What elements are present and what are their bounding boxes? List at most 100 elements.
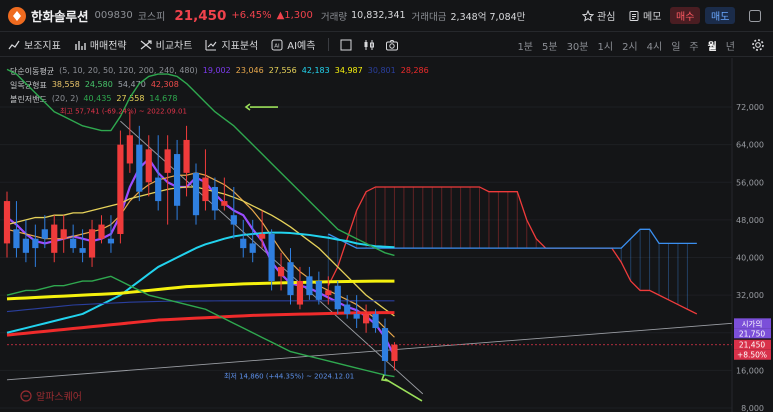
candle-body[interactable] (363, 313, 370, 324)
indicators-button[interactable]: 보조지표 (8, 37, 61, 52)
candle-body[interactable] (381, 328, 389, 361)
compare-icon (140, 39, 152, 49)
candle-body[interactable] (98, 224, 105, 239)
candle-body[interactable] (88, 229, 96, 258)
candle-body[interactable] (230, 215, 237, 225)
candle-body[interactable] (211, 186, 218, 211)
candle-body[interactable] (334, 285, 341, 310)
candle-body[interactable] (183, 139, 190, 173)
candle-body[interactable] (372, 313, 379, 329)
volume-value: 10,832,341 (351, 10, 406, 21)
amount-value: 2,348억 7,084만 (450, 11, 526, 23)
period-3[interactable]: 30분 (567, 38, 589, 53)
period-2[interactable]: 5분 (542, 38, 558, 53)
toolbar-divider (328, 38, 330, 51)
period-4[interactable]: 1시 (598, 38, 614, 53)
candle-body[interactable] (353, 313, 360, 319)
period-8[interactable]: 주 (689, 38, 698, 53)
watch-button[interactable]: 관심 (582, 7, 615, 24)
sell-button[interactable]: 매도 (705, 7, 736, 24)
market-name: 코스피 (137, 12, 166, 23)
memo-label: 메모 (643, 12, 662, 23)
volume-label: 거래량 (320, 11, 348, 23)
candle-body[interactable] (107, 238, 115, 244)
analysis-button[interactable]: 지표분석 (205, 37, 258, 52)
period-5[interactable]: 2시 (622, 38, 638, 53)
buy-button[interactable]: 매수 (670, 7, 701, 24)
candle-body[interactable] (164, 149, 171, 173)
y-tick-label: 48,000 (736, 216, 764, 225)
stock-name[interactable]: 한화솔루션 (31, 6, 89, 25)
chart-box-icon[interactable] (339, 38, 353, 52)
period-9[interactable]: 월 (708, 38, 717, 53)
candle-body[interactable] (117, 144, 124, 234)
candle-body[interactable] (155, 177, 162, 202)
y-tick-label: 32,000 (736, 291, 764, 300)
candle-body[interactable] (192, 172, 200, 216)
candle-body[interactable] (296, 281, 304, 305)
analysis-label: 지표분석 (221, 41, 259, 52)
candle-body[interactable] (32, 238, 39, 249)
brand-logo-icon (20, 389, 32, 402)
candle-type-icon[interactable] (362, 38, 376, 52)
stock-chart-app: 한화솔루션 009830 코스피 21,450 +6.45% ▲1,300 거래… (0, 0, 773, 412)
high-annotation: 최고 57,741 (-69.24%) ~ 2022.09.01 (60, 106, 187, 115)
low-arrow (384, 378, 423, 402)
gear-icon[interactable] (751, 38, 765, 52)
candle-body[interactable] (325, 290, 332, 296)
strategy-label: 매매전략 (89, 41, 127, 52)
period-7[interactable]: 일 (671, 38, 680, 53)
candle-body[interactable] (70, 238, 77, 249)
price-chart[interactable]: 8,00016,00024,00032,00040,00048,00056,00… (0, 58, 773, 412)
candle-body[interactable] (259, 234, 266, 239)
candle-body[interactable] (136, 144, 143, 192)
period-1[interactable]: 1분 (517, 38, 533, 53)
y-tick-label: 72,000 (736, 103, 764, 112)
candle-body[interactable] (3, 201, 11, 244)
candle-body[interactable] (79, 248, 86, 253)
period-selector: 1분 5분 30분 1시 2시 4시 일 주 월 년 (508, 33, 735, 57)
candle-body[interactable] (221, 201, 228, 206)
candle-body[interactable] (145, 149, 152, 183)
compare-button[interactable]: 비교차트 (140, 37, 193, 52)
candle-body[interactable] (344, 304, 351, 314)
y-tick-label: 40,000 (736, 254, 764, 263)
candle-body[interactable] (22, 238, 29, 253)
indicator-line-bb-upper (6, 68, 395, 257)
strategy-icon (75, 40, 86, 50)
candle-body[interactable] (287, 262, 294, 296)
price-tag-label: 21,750 (739, 329, 765, 338)
ai-forecast-label: AI예측 (287, 41, 316, 52)
candle-body[interactable] (174, 154, 181, 206)
candle-body[interactable] (13, 229, 20, 249)
candle-body[interactable] (240, 238, 247, 249)
price-tag-label: 21,450 (739, 341, 765, 350)
candle-body[interactable] (391, 344, 398, 361)
ai-forecast-button[interactable]: AI AI예측 (271, 37, 315, 52)
indicator-icon (8, 40, 20, 49)
candle-body[interactable] (41, 229, 48, 239)
strategy-button[interactable]: 매매전략 (74, 37, 127, 52)
candle-body[interactable] (306, 276, 313, 296)
period-10[interactable]: 년 (726, 38, 735, 53)
star-icon (582, 9, 594, 22)
period-6[interactable]: 4시 (647, 38, 663, 53)
watch-label: 관심 (597, 12, 616, 23)
compare-label: 비교차트 (155, 41, 193, 52)
expand-icon[interactable] (748, 9, 762, 23)
candle-body[interactable] (51, 224, 58, 253)
brand-watermark: 알파스퀘어 (20, 388, 82, 403)
candle-body[interactable] (202, 177, 209, 202)
price-tag-label: +8.50% (737, 351, 767, 360)
candle-body[interactable] (268, 234, 275, 282)
memo-button[interactable]: 메모 (628, 7, 661, 24)
candle-body[interactable] (315, 281, 322, 300)
amount-label: 거래대금 (411, 11, 447, 23)
price-tag-label: 시가의 (742, 318, 763, 328)
camera-icon[interactable] (385, 38, 399, 52)
candle-body[interactable] (249, 243, 256, 253)
candle-body[interactable] (126, 135, 133, 164)
candle-body[interactable] (277, 266, 285, 277)
candle-body[interactable] (60, 229, 67, 239)
memo-icon (629, 10, 639, 21)
